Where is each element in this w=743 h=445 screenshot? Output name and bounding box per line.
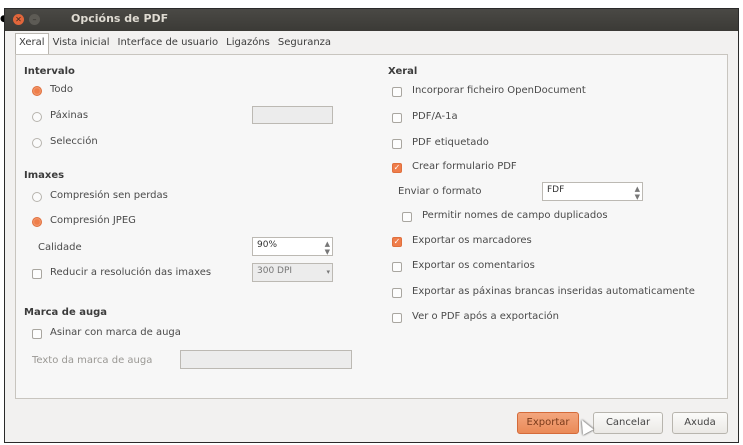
formulario-label: Crear formulario PDF <box>412 161 517 172</box>
jpeg-radio[interactable] <box>32 217 42 227</box>
calidade-label: Calidade <box>38 242 82 253</box>
formulario-checkbox[interactable]: ✓ <box>392 163 402 173</box>
tab-bar: Xeral Vista inicial Interface de usuario… <box>15 33 335 55</box>
tab-seguranza[interactable]: Seguranza <box>274 33 335 55</box>
axuda-button[interactable]: Axuda <box>672 412 728 434</box>
window-title: Opcións de PDF <box>71 12 169 25</box>
pdf-options-dialog: ✕ – Opcións de PDF Xeral Vista inicial I… <box>4 8 739 443</box>
todo-label: Todo <box>50 84 73 95</box>
paxinas-radio[interactable] <box>32 112 42 122</box>
comentarios-label: Exportar os comentarios <box>412 260 535 271</box>
paxinas-input[interactable] <box>252 106 333 124</box>
tab-ligazons[interactable]: Ligazóns <box>222 33 274 55</box>
close-icon[interactable]: ✕ <box>13 14 24 25</box>
xeral-heading: Xeral <box>388 66 418 77</box>
texto-marca-label: Texto da marca de auga <box>32 355 153 366</box>
ver-pdf-label: Ver o PDF após a exportación <box>412 311 560 322</box>
todo-radio[interactable] <box>32 86 42 96</box>
marca-heading: Marca de auga <box>24 307 107 318</box>
pdfa-label: PDF/A-1a <box>412 111 458 122</box>
tab-interface-usuario[interactable]: Interface de usuario <box>114 33 223 55</box>
chevron-down-icon: ▾ <box>326 268 330 276</box>
spin-arrows-icon[interactable]: ▲ ▼ <box>325 240 330 256</box>
intervalo-heading: Intervalo <box>24 66 75 77</box>
calidade-spinner[interactable]: 90% ▲ ▼ <box>252 237 333 256</box>
dpi-value: 300 DPI <box>257 266 293 276</box>
sen-perdas-radio[interactable] <box>32 192 42 202</box>
imaxes-heading: Imaxes <box>24 170 65 181</box>
ver-pdf-checkbox[interactable] <box>392 313 402 323</box>
tab-panel-xeral: Intervalo Todo Páxinas Selección Imaxes … <box>15 54 728 399</box>
permitir-checkbox[interactable] <box>402 212 412 222</box>
marcadores-checkbox[interactable]: ✓ <box>392 237 402 247</box>
reducir-checkbox[interactable] <box>32 269 42 279</box>
incorporar-checkbox[interactable] <box>392 87 402 97</box>
enviar-formato-select[interactable]: FDF ▲ ▼ <box>542 182 643 201</box>
asinar-checkbox[interactable] <box>32 329 42 339</box>
cancelar-button[interactable]: Cancelar <box>593 412 663 434</box>
dpi-select[interactable]: 300 DPI ▾ <box>252 263 333 282</box>
seleccion-radio[interactable] <box>32 138 42 148</box>
permitir-label: Permitir nomes de campo duplicados <box>422 210 608 221</box>
asinar-label: Asinar con marca de auga <box>50 327 181 338</box>
sen-perdas-label: Compresión sen perdas <box>50 190 168 201</box>
enviar-value: FDF <box>547 185 565 195</box>
spin-arrows-icon: ▲ ▼ <box>634 185 640 201</box>
window-titlebar: ✕ – Opcións de PDF <box>5 9 738 31</box>
jpeg-label: Compresión JPEG <box>50 215 136 226</box>
paxinas-label: Páxinas <box>50 110 89 121</box>
seleccion-label: Selección <box>50 136 98 147</box>
brancas-label: Exportar as páxinas brancas inseridas au… <box>412 286 695 297</box>
marcadores-label: Exportar os marcadores <box>412 235 532 246</box>
exportar-button[interactable]: Exportar <box>517 412 579 434</box>
incorporar-label: Incorporar ficheiro OpenDocument <box>412 85 586 96</box>
brancas-checkbox[interactable] <box>392 288 402 298</box>
enviar-label: Enviar o formato <box>398 186 482 197</box>
pdfa-checkbox[interactable] <box>392 113 402 123</box>
calidade-value: 90% <box>257 240 278 250</box>
etiquetado-label: PDF etiquetado <box>412 137 489 148</box>
etiquetado-checkbox[interactable] <box>392 139 402 149</box>
tab-vista-inicial[interactable]: Vista inicial <box>49 33 114 55</box>
reducir-label: Reducir a resolución das imaxes <box>50 267 212 278</box>
texto-marca-input[interactable] <box>180 350 352 369</box>
minimize-icon[interactable]: – <box>29 14 40 25</box>
comentarios-checkbox[interactable] <box>392 262 402 272</box>
tab-xeral[interactable]: Xeral <box>15 33 49 55</box>
